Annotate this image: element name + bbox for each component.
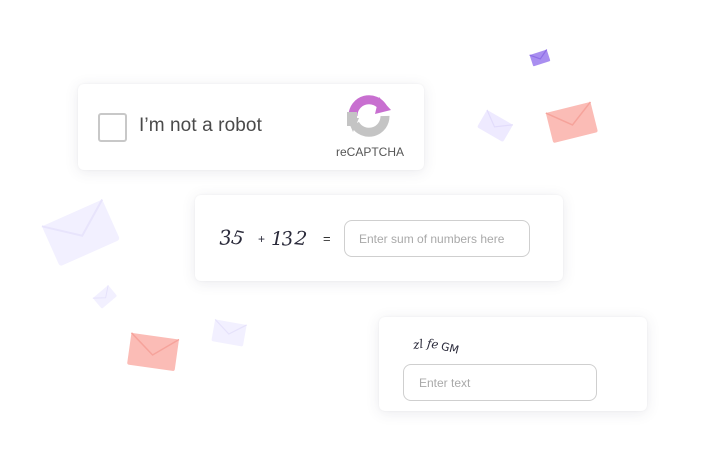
envelope-icon (40, 195, 122, 271)
text-captcha-input[interactable] (403, 364, 597, 401)
not-a-robot-checkbox[interactable] (98, 113, 127, 142)
math-captcha: 3 5 + 1 3 2 = (195, 195, 563, 281)
equals-sign: = (323, 231, 331, 246)
envelope-icon (474, 108, 516, 144)
envelope-icon (124, 330, 182, 374)
recaptcha-logo-icon (345, 92, 393, 140)
envelope-icon (545, 100, 599, 146)
svg-text:zl: zl (411, 337, 424, 352)
recaptcha-brand: reCAPTCHA (335, 145, 404, 159)
text-captcha: zl fe GM (379, 317, 647, 411)
plus-operator: + (258, 232, 265, 246)
svg-text:GM: GM (440, 340, 461, 357)
envelope-icon (208, 316, 250, 350)
svg-text:fe: fe (425, 336, 439, 351)
svg-text:5: 5 (229, 226, 245, 250)
sum-input[interactable] (344, 220, 530, 257)
text-captcha-challenge: zl fe GM (411, 334, 475, 360)
math-captcha-expression: 3 5 + 1 3 2 (217, 223, 317, 253)
svg-text:2: 2 (293, 227, 308, 250)
svg-text:3: 3 (280, 228, 294, 251)
envelope-icon (90, 282, 120, 312)
recaptcha-widget: I’m not a robot reCAPTCHA (78, 84, 424, 170)
not-a-robot-label: I’m not a robot (139, 115, 262, 136)
envelope-icon (529, 48, 551, 68)
